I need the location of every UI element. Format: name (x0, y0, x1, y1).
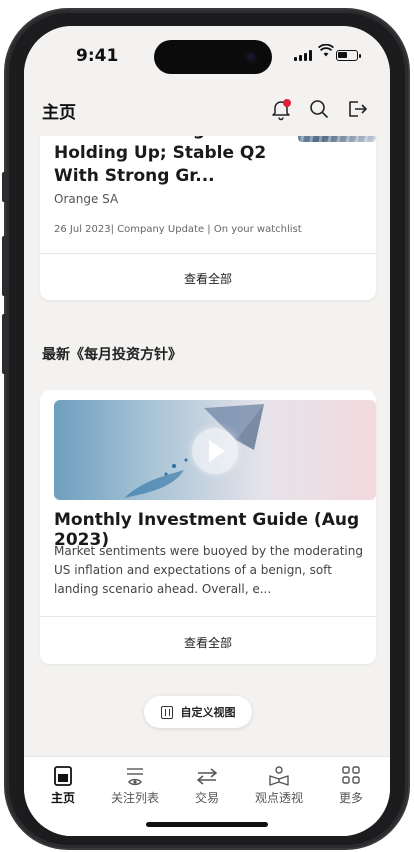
view-all-articles-link[interactable]: 查看全部 (40, 270, 376, 287)
tab-insights[interactable]: 观点透视 (244, 765, 314, 806)
page-title: 主页 (42, 103, 76, 123)
notification-bell-icon[interactable] (268, 96, 294, 122)
tab-label: 主页 (50, 791, 75, 805)
search-icon[interactable] (306, 96, 332, 122)
customize-view-button[interactable]: 自定义视图 (144, 696, 252, 728)
tab-watchlist[interactable]: 关注列表 (100, 765, 170, 806)
home-indicator[interactable] (146, 822, 268, 827)
customize-view-label: 自定义视图 (180, 706, 236, 719)
signal-icon (294, 50, 312, 61)
status-time: 9:41 (76, 46, 119, 66)
watchlist-icon (127, 768, 143, 786)
insights-icon (269, 766, 289, 786)
guide-video-banner[interactable] (54, 400, 376, 500)
divider (40, 253, 376, 254)
article-meta: 26 Jul 2023| Company Update | On your wa… (54, 224, 302, 235)
article-company: Orange SA (54, 192, 119, 206)
wifi-icon (317, 43, 335, 61)
play-icon[interactable] (192, 428, 238, 474)
guide-card[interactable]: Monthly Investment Guide (Aug 2023) Mark… (40, 390, 376, 664)
tab-label: 更多 (338, 791, 363, 805)
volume-up-button (2, 236, 7, 296)
app-header: 主页 (24, 86, 390, 136)
divider (40, 616, 376, 617)
battery-icon (336, 50, 358, 61)
phone-screen: 9:41 主页 Holding Up; Stable Q2 With Stron… (24, 26, 390, 836)
tab-home[interactable]: 主页 (28, 765, 98, 806)
status-bar: 9:41 (24, 26, 390, 86)
tab-label: 观点透视 (254, 791, 303, 805)
trade-icon (196, 768, 218, 785)
logout-icon[interactable] (344, 96, 370, 122)
volume-down-button (2, 314, 7, 374)
tab-more[interactable]: 更多 (316, 765, 386, 806)
tab-label: 交易 (194, 791, 219, 805)
home-icon (54, 766, 72, 786)
more-grid-icon (342, 766, 360, 784)
view-all-guides-link[interactable]: 查看全部 (40, 634, 376, 651)
customize-icon (160, 705, 173, 719)
mute-switch (2, 172, 7, 202)
guide-summary: Market sentiments were buoyed by the mod… (54, 544, 363, 596)
tab-trade[interactable]: 交易 (172, 765, 242, 806)
dynamic-island (154, 40, 272, 74)
section-title-monthly-guide: 最新《每月投资方针》 (42, 347, 182, 363)
tab-label: 关注列表 (110, 791, 159, 805)
